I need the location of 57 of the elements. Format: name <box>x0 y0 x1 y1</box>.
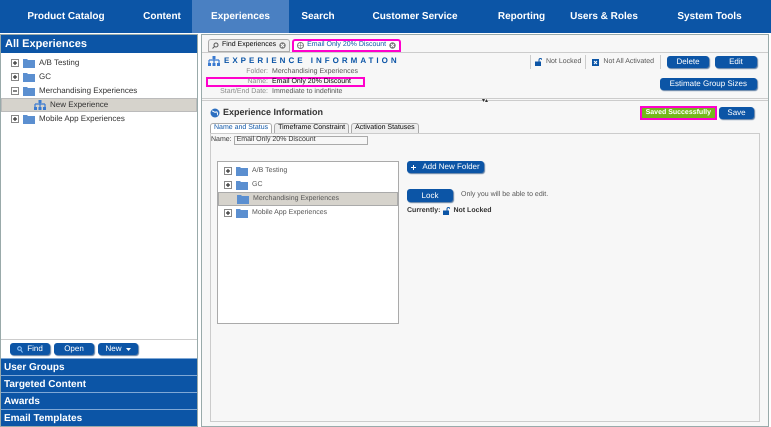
globe-icon <box>297 42 304 49</box>
tree-item[interactable]: New Experience <box>1 98 197 112</box>
nav-tab[interactable]: Reporting <box>483 0 560 33</box>
editor-title: Experience Information <box>223 106 324 120</box>
nav-tab[interactable]: Experiences <box>192 0 289 33</box>
expand-icon[interactable] <box>11 59 19 67</box>
find-button[interactable]: Find <box>10 343 50 355</box>
hierarchy-icon <box>34 100 46 110</box>
section-title: EXPERIENCE INFORMATION <box>224 55 400 67</box>
estimate-button[interactable]: Estimate Group Sizes <box>660 78 757 90</box>
tree-item[interactable]: Merchandising Experiences <box>1 84 197 98</box>
nav-tab[interactable]: Product Catalog <box>0 0 132 33</box>
folder-icon <box>236 180 248 190</box>
accordion-header[interactable]: Targeted Content <box>1 375 197 392</box>
accordion-header[interactable]: User Groups <box>1 358 197 375</box>
expand-icon[interactable] <box>224 181 232 189</box>
folder-icon <box>23 86 35 96</box>
collapse-icon[interactable] <box>11 87 19 95</box>
nav-tab[interactable]: Search <box>289 0 347 33</box>
caret-icon <box>126 348 130 350</box>
folder-icon <box>236 166 248 176</box>
unlocked-padlock-icon <box>534 58 542 66</box>
lock-button[interactable]: Lock <box>407 189 453 202</box>
search-icon <box>212 42 219 49</box>
globe-icon <box>210 108 220 118</box>
tree-item[interactable]: GC <box>1 70 197 84</box>
nav-tab[interactable]: Customer Service <box>347 0 483 33</box>
nav-tab[interactable]: System Tools <box>648 0 771 33</box>
nav-tab[interactable]: Content <box>132 0 192 33</box>
folder-icon <box>23 58 35 68</box>
new-button[interactable]: New <box>98 343 138 355</box>
tree-item[interactable]: Mobile App Experiences <box>1 112 197 126</box>
x-mark-icon <box>592 58 600 66</box>
folder-icon <box>23 114 35 124</box>
add-folder-button[interactable]: Add New Folder <box>407 161 484 173</box>
unlocked-padlock-icon <box>443 207 450 216</box>
search-icon <box>17 346 24 352</box>
nav-tab[interactable]: Users & Roles <box>560 0 648 33</box>
expand-icon[interactable] <box>224 209 232 217</box>
delete-button[interactable]: Delete <box>667 56 709 68</box>
expand-icon[interactable] <box>11 73 19 81</box>
open-button[interactable]: Open <box>54 343 94 355</box>
sidebar-title: All Experiences <box>1 35 197 53</box>
close-icon[interactable] <box>389 42 396 49</box>
accordion-header[interactable]: Email Templates <box>1 409 197 426</box>
folder-icon <box>23 72 35 82</box>
folder-icon <box>237 194 249 204</box>
accordion-header[interactable]: Awards <box>1 392 197 409</box>
folder-icon <box>236 208 248 218</box>
save-button[interactable]: Save <box>719 107 754 119</box>
edit-button[interactable]: Edit <box>715 56 757 68</box>
close-icon[interactable] <box>279 42 286 49</box>
expand-icon[interactable] <box>11 115 19 123</box>
tree-item[interactable]: A/B Testing <box>1 56 197 70</box>
expand-icon[interactable] <box>224 167 232 175</box>
hierarchy-icon <box>208 56 220 66</box>
plus-icon <box>411 164 416 170</box>
